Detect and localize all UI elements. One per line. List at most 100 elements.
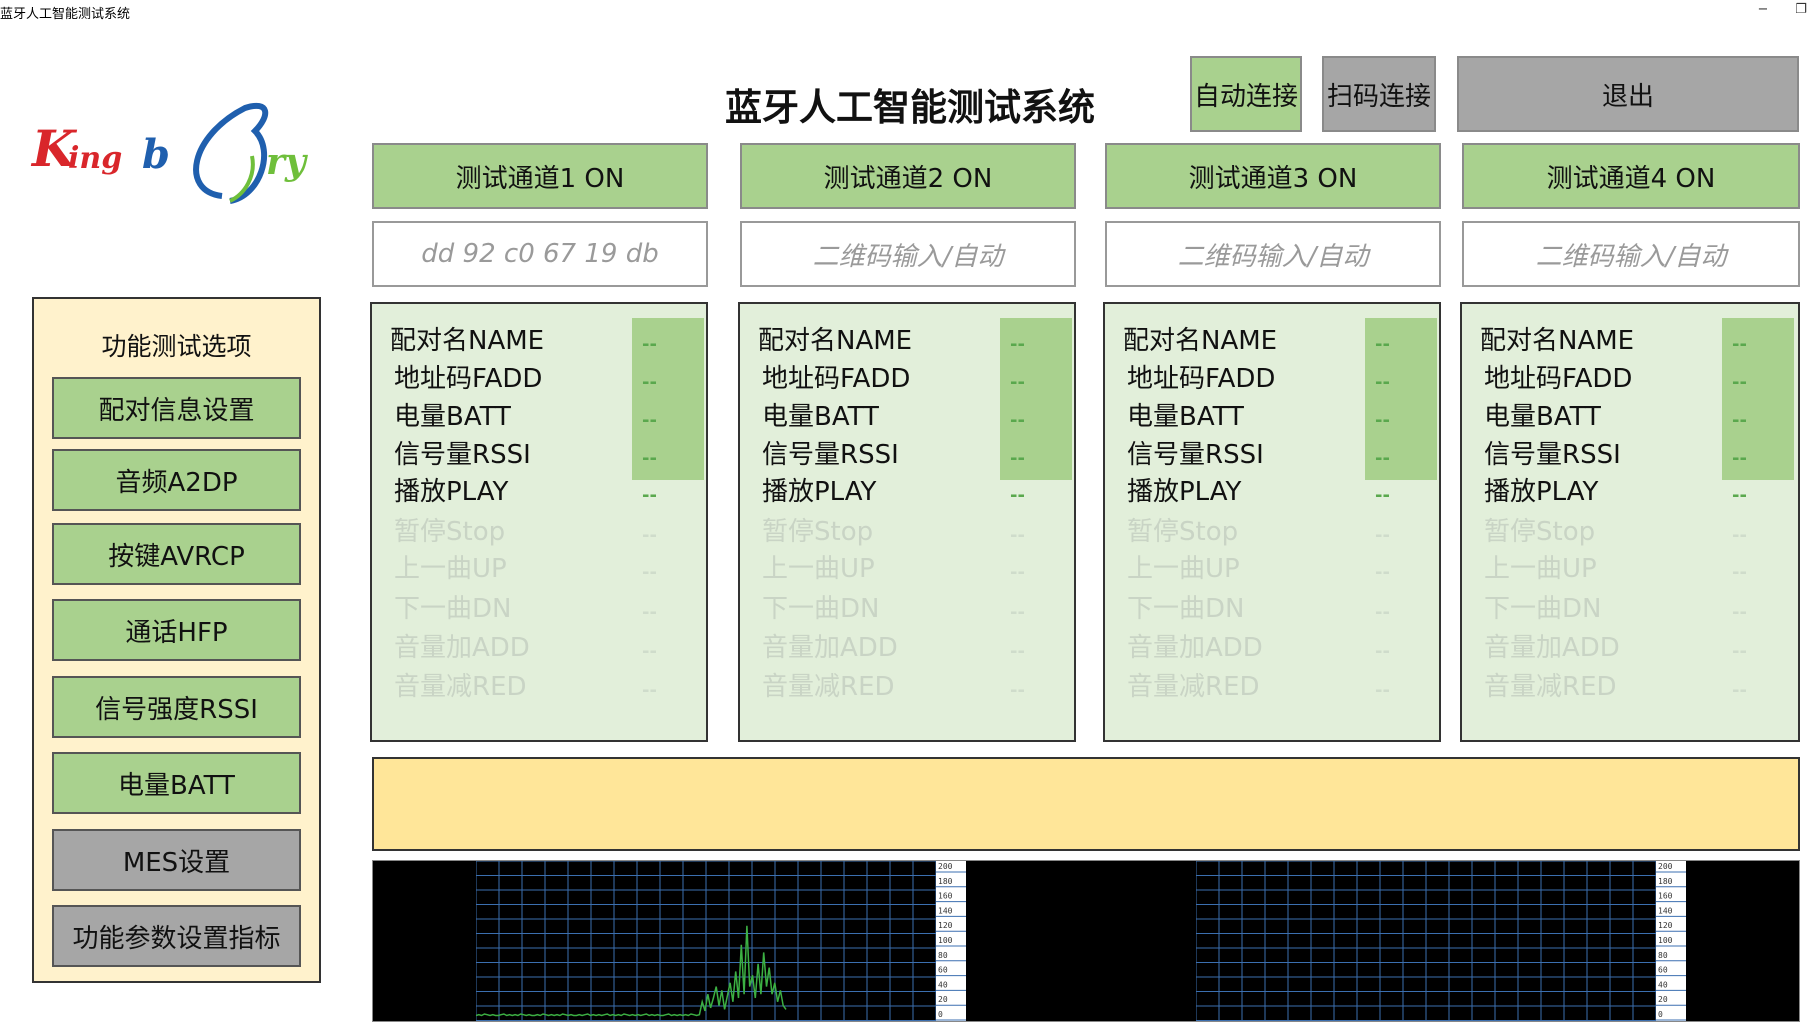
status-row-label: 下一曲DN xyxy=(762,594,880,624)
status-row-value: -- xyxy=(642,602,657,623)
chart-scale-label: 100 xyxy=(1658,936,1673,945)
chart-scale-label: 160 xyxy=(938,892,953,901)
status-row-label: 暂停Stop xyxy=(762,517,874,547)
chart-scale-label: 0 xyxy=(1658,1010,1663,1019)
status-row-value: -- xyxy=(1375,372,1390,393)
channel-3-toggle-button[interactable]: 测试通道3 ON xyxy=(1105,143,1441,209)
pair-name-label: 配对名NAME xyxy=(758,326,913,356)
status-row-value: -- xyxy=(1010,680,1025,701)
status-row-label: 暂停Stop xyxy=(394,517,506,547)
pair-name-label: 配对名NAME xyxy=(390,326,545,356)
window-title: 蓝牙人工智能测试系统 xyxy=(0,7,131,22)
status-row-label: 电量BATT xyxy=(762,402,879,432)
app-window: 蓝牙人工智能测试系统 − ❐ K ing b ry 蓝牙人工智能测试系统 自动连… xyxy=(0,0,1813,1031)
company-logo: K ing b ry xyxy=(30,96,320,216)
chart-scale-label: 80 xyxy=(1658,951,1668,960)
page-title: 蓝牙人工智能测试系统 xyxy=(725,86,1095,129)
pair-name-label: 配对名NAME xyxy=(1123,326,1278,356)
status-row-label: 播放PLAY xyxy=(394,477,509,507)
parameter-settings-button[interactable]: 功能参数设置指标 xyxy=(52,905,301,967)
a2dp-button[interactable]: 音频A2DP xyxy=(52,449,301,511)
status-row-value: -- xyxy=(642,372,657,393)
pairing-settings-button[interactable]: 配对信息设置 xyxy=(52,377,301,439)
status-row-label: 信号量RSSI xyxy=(762,440,899,470)
chart-scale-label: 0 xyxy=(938,1010,943,1019)
status-row-label: 上一曲UP xyxy=(1127,554,1240,584)
status-row-value: -- xyxy=(1732,602,1747,623)
status-row-value: -- xyxy=(642,410,657,431)
status-row-label: 音量加ADD xyxy=(1484,633,1620,663)
battery-button[interactable]: 电量BATT xyxy=(52,752,301,814)
message-bar xyxy=(372,757,1800,851)
chart-scale-label: 180 xyxy=(938,877,953,886)
status-row-label: 地址码FADD xyxy=(1127,364,1276,394)
status-row-label: 地址码FADD xyxy=(1484,364,1633,394)
status-row-value: -- xyxy=(1375,485,1390,506)
pair-name-value: -- xyxy=(642,334,657,355)
pair-name-label: 配对名NAME xyxy=(1480,326,1635,356)
minimize-icon[interactable]: − xyxy=(1752,0,1774,22)
channel-3-qr-input[interactable]: 二维码输入/自动 xyxy=(1105,221,1441,287)
status-row-value: -- xyxy=(1010,485,1025,506)
status-row-value: -- xyxy=(642,680,657,701)
channel-1-toggle-button[interactable]: 测试通道1 ON xyxy=(372,143,708,209)
status-row-value: -- xyxy=(1010,525,1025,546)
exit-button[interactable]: 退出 xyxy=(1457,56,1799,132)
auto-connect-button[interactable]: 自动连接 xyxy=(1190,56,1302,132)
status-row-value: -- xyxy=(1010,372,1025,393)
rssi-button[interactable]: 信号强度RSSI xyxy=(52,676,301,738)
status-row-value: -- xyxy=(1375,602,1390,623)
chart-scale-label: 200 xyxy=(1658,862,1673,871)
status-row-value: -- xyxy=(1732,448,1747,469)
status-row-label: 上一曲UP xyxy=(394,554,507,584)
chart-scale-label: 140 xyxy=(938,906,953,915)
signal-chart-1: 200180160140120100806040200 xyxy=(476,861,966,1021)
chart-scale-label: 200 xyxy=(938,862,953,871)
status-row-value: -- xyxy=(642,525,657,546)
status-row-label: 音量减RED xyxy=(1127,672,1260,702)
chart-scale-label: 140 xyxy=(1658,906,1673,915)
status-row-value: -- xyxy=(1732,485,1747,506)
signal-chart-strip: 200 180 160 140 120 100 80 60 40 20 0 200 180 160 140… xyxy=(372,860,1800,1022)
pair-name-value: -- xyxy=(1732,334,1747,355)
chart-scale-label: 60 xyxy=(938,966,948,975)
status-row-label: 播放PLAY xyxy=(762,477,877,507)
hfp-button[interactable]: 通话HFP xyxy=(52,599,301,661)
chart-scale-label: 80 xyxy=(938,951,948,960)
status-row-value: -- xyxy=(1010,602,1025,623)
status-row-value: -- xyxy=(1375,410,1390,431)
status-row-value: -- xyxy=(1732,562,1747,583)
chart-scale-label: 20 xyxy=(938,995,948,1004)
function-options-title: 功能测试选项 xyxy=(101,332,252,361)
avrcp-button[interactable]: 按键AVRCP xyxy=(52,523,301,585)
svg-text:b: b xyxy=(142,131,170,178)
scan-connect-button[interactable]: 扫码连接 xyxy=(1322,56,1436,132)
channel-1-qr-input[interactable]: dd 92 c0 67 19 db xyxy=(372,221,708,287)
status-row-label: 下一曲DN xyxy=(1484,594,1602,624)
channel-2-qr-input[interactable]: 二维码输入/自动 xyxy=(740,221,1076,287)
channel-2-toggle-button[interactable]: 测试通道2 ON xyxy=(740,143,1076,209)
status-row-value: -- xyxy=(1375,525,1390,546)
status-row-label: 电量BATT xyxy=(1127,402,1244,432)
status-row-value: -- xyxy=(1732,525,1747,546)
status-row-label: 播放PLAY xyxy=(1127,477,1242,507)
channel-4-toggle-button[interactable]: 测试通道4 ON xyxy=(1462,143,1800,209)
channel-4-qr-input[interactable]: 二维码输入/自动 xyxy=(1462,221,1800,287)
status-row-value: -- xyxy=(642,448,657,469)
status-row-value: -- xyxy=(1732,410,1747,431)
status-row-value: -- xyxy=(1375,448,1390,469)
svg-text:ing: ing xyxy=(68,141,122,176)
status-row-value: -- xyxy=(1732,641,1747,662)
status-row-value: -- xyxy=(1010,562,1025,583)
status-row-value: -- xyxy=(642,562,657,583)
status-row-label: 暂停Stop xyxy=(1127,517,1239,547)
status-row-label: 下一曲DN xyxy=(394,594,512,624)
status-row-label: 音量减RED xyxy=(762,672,895,702)
restore-icon[interactable]: ❐ xyxy=(1790,0,1812,22)
status-row-value: -- xyxy=(1732,372,1747,393)
chart-scale-label: 100 xyxy=(938,936,953,945)
mes-settings-button[interactable]: MES设置 xyxy=(52,829,301,891)
chart-scale-label: 120 xyxy=(1658,921,1673,930)
status-row-value: -- xyxy=(1010,410,1025,431)
status-row-label: 地址码FADD xyxy=(394,364,543,394)
